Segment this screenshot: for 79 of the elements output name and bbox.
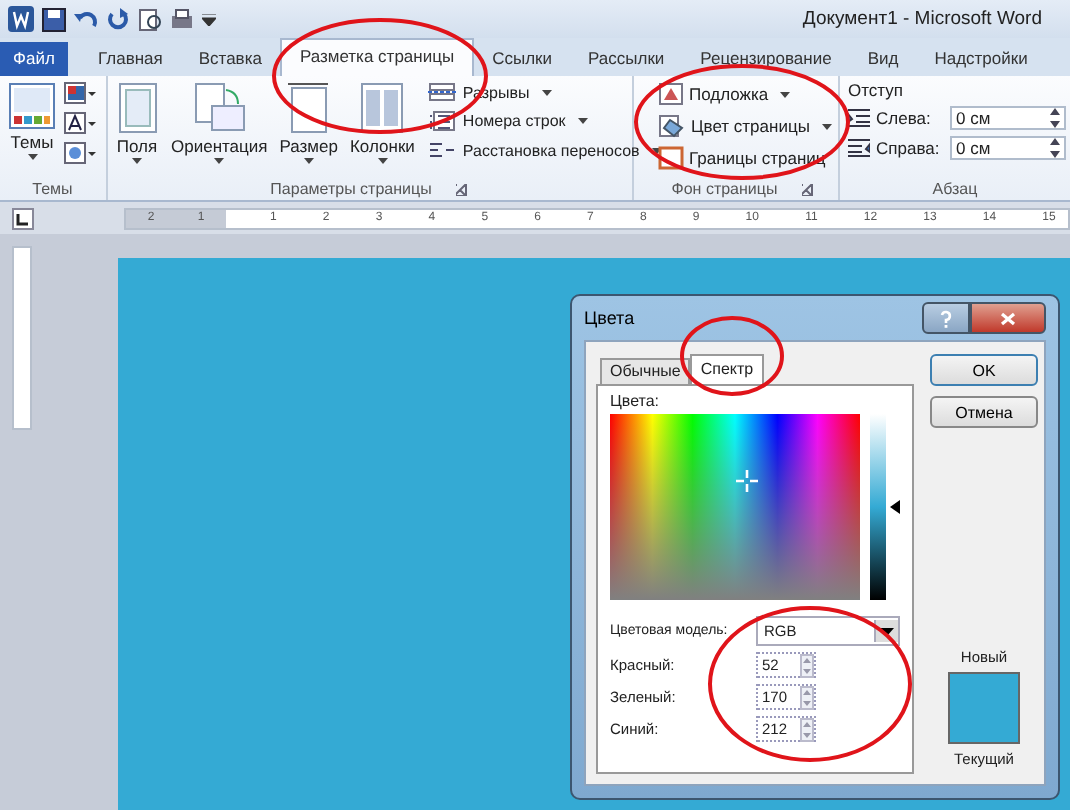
save-icon <box>42 7 66 31</box>
paint-bucket-icon <box>657 114 685 138</box>
cancel-button[interactable]: Отмена <box>930 396 1038 428</box>
caret-icon <box>27 154 37 160</box>
group-label: Параметры страницы <box>270 180 432 198</box>
help-icon <box>940 309 952 327</box>
caret-icon <box>303 158 314 164</box>
luminance-slider[interactable] <box>870 414 900 600</box>
caret-icon <box>132 158 142 164</box>
luminance-slider-arrow[interactable] <box>890 500 900 514</box>
page-break-icon <box>428 82 457 102</box>
page-size-icon <box>286 82 331 134</box>
ribbon-button[interactable]: Колонки <box>345 80 419 178</box>
section-heading: Отступ <box>848 80 906 100</box>
ribbon-tab[interactable]: Ссылки <box>474 42 571 76</box>
ribbon-button[interactable]: Поля <box>111 80 163 178</box>
crosshair-icon <box>736 470 758 492</box>
spinner-arrows-icon <box>800 685 814 709</box>
help-button[interactable] <box>922 302 970 334</box>
color-swatch <box>948 672 1020 744</box>
field-label: Справа: <box>876 138 942 158</box>
spin-field[interactable]: 0 см <box>950 106 1066 130</box>
theme-fonts-icon <box>64 112 96 136</box>
colors-label: Цвета: <box>610 392 662 410</box>
tab-selector-icon <box>12 207 34 229</box>
spinner-arrows-icon <box>800 653 814 677</box>
ribbon-tab[interactable]: Надстройки <box>916 42 1046 76</box>
customize-menu-icon <box>202 13 216 25</box>
orientation-icon <box>193 82 246 134</box>
dropdown-arrow-icon <box>880 627 894 635</box>
spinner-arrows-icon <box>1050 138 1060 158</box>
redo-icon <box>106 7 130 31</box>
page-margins-icon <box>115 82 159 134</box>
window-title: Документ1 - Microsoft Word <box>802 8 1042 30</box>
ribbon-tab[interactable]: Рецензирование <box>682 42 850 76</box>
ribbon-button[interactable]: Расстановка переносов <box>428 140 662 162</box>
theme-colors-icon <box>64 82 96 106</box>
ok-button[interactable]: OK <box>930 354 1038 386</box>
group-label: Темы <box>32 180 73 198</box>
spin-field[interactable]: 0 см <box>950 136 1066 160</box>
file-tab[interactable]: Файл <box>0 42 68 76</box>
theme-effects-icon <box>64 142 96 166</box>
close-icon <box>1000 311 1016 325</box>
watermark-icon <box>657 82 683 106</box>
page-columns-icon <box>360 82 405 134</box>
print-preview-icon <box>138 7 162 31</box>
hyphenation-icon <box>428 140 457 162</box>
ribbon-button[interactable]: Цвет страницы <box>657 114 832 138</box>
themes-icon <box>8 82 56 130</box>
dialog-launcher-icon <box>455 183 468 195</box>
indent-left-icon <box>848 108 870 128</box>
highlight-ellipse <box>680 316 784 396</box>
printer-icon <box>170 7 194 31</box>
close-button[interactable] <box>970 302 1046 334</box>
ribbon-tab[interactable]: Рассылки <box>570 42 683 76</box>
group-label: Абзац <box>932 180 978 198</box>
field-label: Слева: <box>876 108 933 128</box>
spinner-arrows-icon <box>1050 108 1060 128</box>
caret-icon <box>377 158 388 164</box>
indent-right-icon <box>848 138 870 158</box>
dialog-tab[interactable]: Обычные <box>600 358 691 384</box>
dialog-title: Цвета <box>584 308 637 328</box>
ribbon-button[interactable]: Ориентация <box>167 80 272 178</box>
word-logo-icon <box>8 6 34 32</box>
spinner-arrows-icon <box>800 717 814 741</box>
ribbon-button[interactable]: Номера строк <box>428 110 588 132</box>
ribbon-tab[interactable]: Вид <box>849 42 917 76</box>
dialog-launcher-icon <box>801 183 814 195</box>
group-label: Фон страницы <box>671 180 778 198</box>
dialog-tab[interactable]: Спектр <box>690 354 764 384</box>
ribbon-tab[interactable]: Главная <box>80 42 181 76</box>
ribbon-tab[interactable]: Разметка страницы <box>279 38 475 76</box>
caret-icon <box>214 158 225 164</box>
ribbon-tab[interactable]: Вставка <box>180 42 280 76</box>
undo-icon <box>74 7 98 31</box>
ribbon-button[interactable]: Подложка <box>657 82 791 106</box>
themes-button[interactable]: Темы <box>4 80 60 178</box>
ribbon-button[interactable]: Размер <box>275 80 342 178</box>
color-spectrum[interactable] <box>610 414 860 600</box>
